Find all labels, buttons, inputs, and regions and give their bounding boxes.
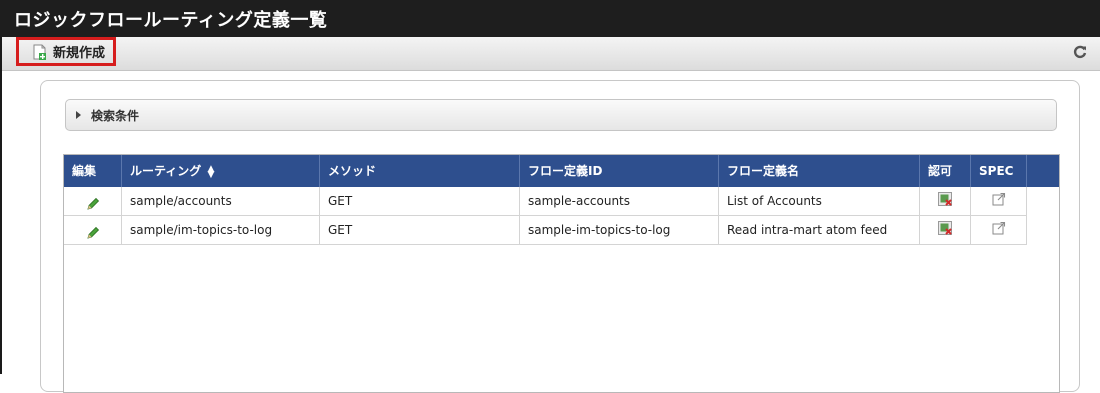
search-panel: 検索条件 編集 ルーティング ▲ ▼ メソッド フロー定義ID フロー定義名 認可… (40, 80, 1080, 393)
routing-table: 編集 ルーティング ▲ ▼ メソッド フロー定義ID フロー定義名 認可 SPEC (63, 154, 1060, 393)
external-link-icon[interactable] (992, 188, 1006, 216)
column-header-flow-id: フロー定義ID (520, 155, 719, 187)
column-header-flow-name: フロー定義名 (719, 155, 920, 187)
flow-name-cell: List of Accounts (719, 187, 920, 216)
authorization-cell (920, 187, 971, 216)
method-cell: GET (320, 187, 520, 216)
edit-cell (64, 187, 122, 216)
authorization-settings-icon[interactable] (938, 217, 952, 245)
column-header-routing-label: ルーティング (130, 164, 202, 178)
column-header-routing[interactable]: ルーティング ▲ ▼ (122, 155, 320, 187)
table-row: sample/accounts GET sample-accounts List… (64, 187, 1059, 216)
search-conditions-label: 検索条件 (91, 108, 140, 123)
flow-id-cell: sample-accounts (520, 187, 719, 216)
external-link-icon[interactable] (992, 217, 1006, 245)
title-bar: ロジックフロールーティング定義一覧 (0, 0, 1100, 37)
expand-triangle-icon (76, 111, 81, 119)
routing-cell: sample/accounts (122, 187, 320, 216)
refresh-icon[interactable] (1072, 45, 1088, 61)
table-header: 編集 ルーティング ▲ ▼ メソッド フロー定義ID フロー定義名 認可 SPEC (64, 155, 1059, 187)
table-row: sample/im-topics-to-log GET sample-im-to… (64, 216, 1059, 245)
page-title: ロジックフロールーティング定義一覧 (14, 10, 328, 31)
new-create-label: 新規作成 (53, 46, 106, 61)
spec-cell (971, 216, 1027, 245)
routing-cell: sample/im-topics-to-log (122, 216, 320, 245)
column-header-method: メソッド (320, 155, 520, 187)
spec-cell (971, 187, 1027, 216)
new-create-button[interactable]: 新規作成 (16, 37, 116, 66)
edit-cell (64, 216, 122, 245)
column-header-edit: 編集 (64, 155, 122, 187)
new-document-icon (33, 44, 47, 60)
pencil-edit-icon[interactable] (85, 194, 101, 210)
column-header-authorization: 認可 (920, 155, 971, 187)
flow-id-cell: sample-im-topics-to-log (520, 216, 719, 245)
toolbar: 新規作成 (2, 37, 1100, 71)
flow-name-cell: Read intra-mart atom feed (719, 216, 920, 245)
authorization-cell (920, 216, 971, 245)
method-cell: GET (320, 216, 520, 245)
authorization-settings-icon[interactable] (938, 188, 952, 216)
pencil-edit-icon[interactable] (85, 223, 101, 239)
search-conditions-toggle[interactable]: 検索条件 (65, 99, 1057, 131)
sort-arrows-icon[interactable]: ▲ ▼ (207, 164, 214, 179)
column-header-spec: SPEC (971, 155, 1027, 187)
